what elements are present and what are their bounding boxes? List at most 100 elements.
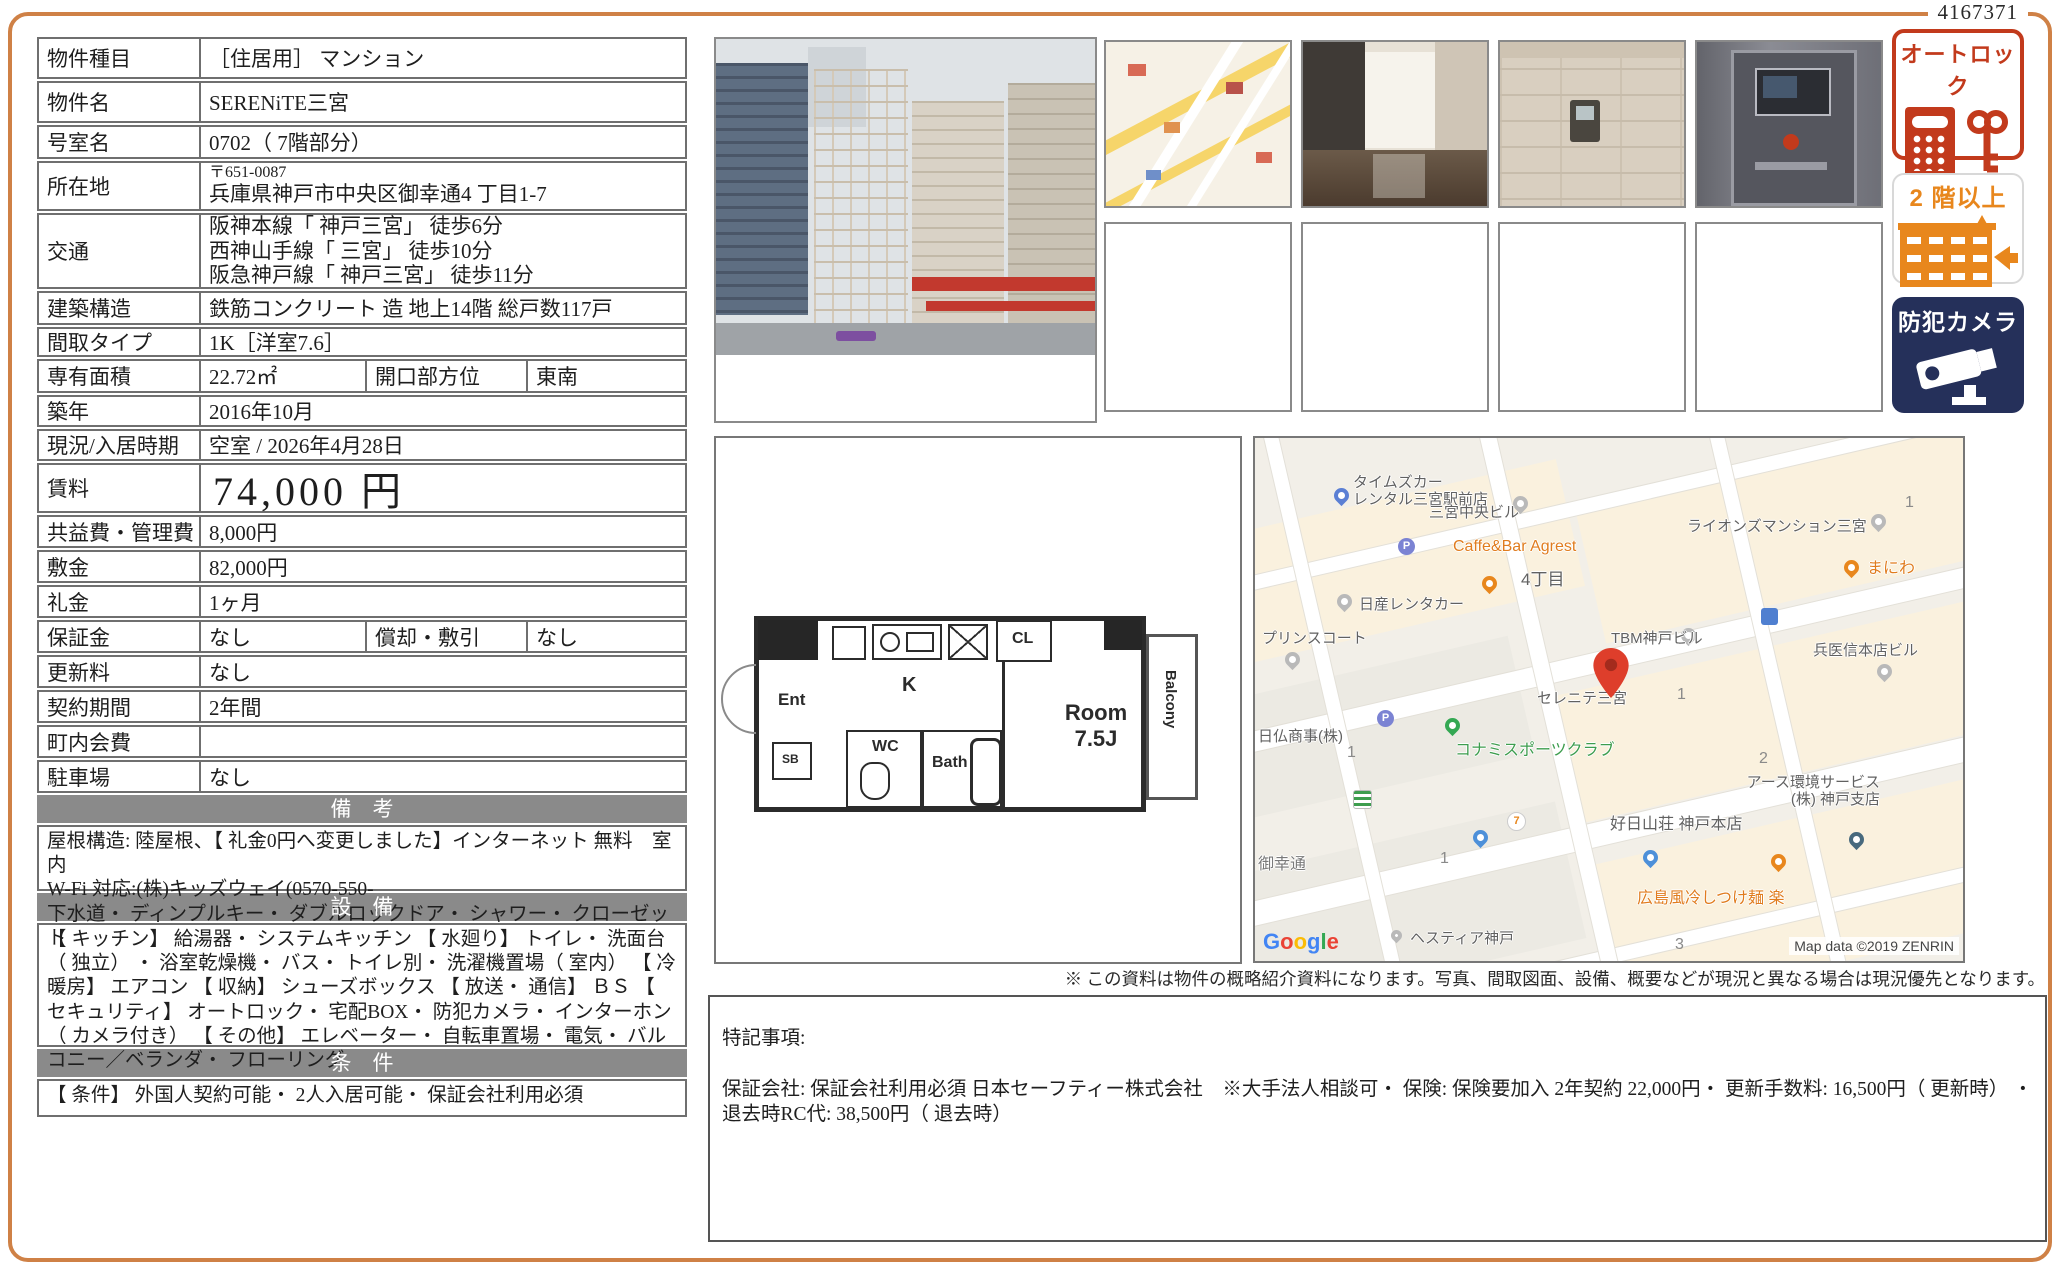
map-block-number: 1 bbox=[1347, 744, 1356, 762]
map-poi-label: 広島風冷しつけ麺 楽 bbox=[1637, 890, 1785, 908]
logo-letter: o bbox=[1294, 929, 1307, 954]
decor bbox=[1913, 135, 1949, 171]
table-row: 町内会費 bbox=[37, 725, 687, 758]
conditions-text: 【 条件】 外国人契約可能・ 2人入居可能・ 保証会社利用必須 bbox=[37, 1079, 687, 1117]
thumbnail-empty bbox=[1695, 222, 1883, 412]
row-label: 物件種目 bbox=[39, 39, 199, 77]
row-label-2: 開口部方位 bbox=[365, 361, 526, 391]
map-poi-label: Caffe&Bar Agrest bbox=[1453, 538, 1576, 556]
decor bbox=[1783, 134, 1799, 150]
map-poi-label: アース環境サービス (株) 神戸支店 bbox=[1700, 774, 1880, 809]
table-row: 専有面積 22.72㎡ 開口部方位 東南 bbox=[37, 359, 687, 393]
table-row: 現況/入居時期 空室 / 2026年4月28日 bbox=[37, 429, 687, 461]
fp-refrigerator-space bbox=[948, 624, 988, 660]
decor bbox=[1763, 76, 1797, 98]
map-block-number: 3 bbox=[1675, 936, 1684, 954]
map-poi-label: まにわ bbox=[1867, 560, 1915, 578]
row-value: 8,000円 bbox=[199, 517, 685, 546]
autolock-icons bbox=[1896, 107, 2020, 179]
decor bbox=[1303, 42, 1365, 160]
map-poi-label: ライオンズマンション三宮 bbox=[1687, 518, 1867, 535]
table-row: 築年 2016年10月 bbox=[37, 395, 687, 427]
thumbnail-intercom-panel-photo bbox=[1498, 40, 1686, 208]
row-value: 82,000円 bbox=[199, 552, 685, 581]
decor bbox=[716, 63, 808, 315]
fp-bathtub bbox=[970, 738, 1002, 806]
decor bbox=[1697, 42, 1881, 206]
decor bbox=[1500, 42, 1684, 206]
decor bbox=[1164, 122, 1180, 133]
badge-security-camera: 防犯カメラ bbox=[1892, 297, 2024, 413]
map-poi-label: プリンスコート bbox=[1262, 630, 1367, 647]
decor bbox=[1106, 42, 1290, 206]
postal-code: 〒651-0087 bbox=[209, 165, 286, 182]
decor bbox=[1128, 64, 1146, 76]
transit-icon bbox=[1761, 608, 1778, 625]
remarks-header: 備 考 bbox=[37, 795, 687, 823]
fp-wall-block bbox=[1104, 620, 1142, 650]
special-notes-box: 特記事項: 保証会社: 保証会社利用必須 日本セーフティー株式会社 ※大手法人相… bbox=[708, 995, 2047, 1242]
property-table: 物件種目 ［住居用］ マンション 物件名 SERENiTE三宮 号室名 0702… bbox=[37, 37, 687, 1117]
decor bbox=[1365, 52, 1435, 148]
row-label: 駐車場 bbox=[39, 762, 199, 791]
row-value: 阪神本線「 神戸三宮」 徒歩6分 西神山手線「 三宮」 徒歩10分 阪急神戸線「… bbox=[199, 215, 685, 287]
destination-pin-icon bbox=[1593, 648, 1629, 698]
row-value-2: なし bbox=[526, 622, 685, 651]
convenience-store-icon bbox=[1353, 790, 1372, 809]
map-poi-label: TBM神戸ビル bbox=[1611, 630, 1703, 647]
row-label: 賃料 bbox=[39, 465, 199, 511]
decor bbox=[814, 69, 908, 327]
table-row: 物件名 SERENiTE三宮 bbox=[37, 81, 687, 123]
second-floor-label: 2 階以上 bbox=[1894, 178, 2022, 213]
table-row: 所在地 〒651-0087 兵庫県神戸市中央区御幸通4 丁目1-7 bbox=[37, 161, 687, 211]
badge-second-floor: 2 階以上 bbox=[1892, 173, 2024, 284]
decor bbox=[1500, 42, 1686, 58]
row-label: 敷金 bbox=[39, 552, 199, 581]
google-logo: Google bbox=[1263, 929, 1339, 955]
floor-plan: Ent SB CL K WC Bath Room 7.5J Balcony bbox=[754, 604, 1206, 816]
building-floor-icon bbox=[1898, 215, 2018, 289]
document-number: 4167371 bbox=[1928, 0, 2029, 25]
map-block-number: 1 bbox=[1440, 850, 1449, 868]
decor bbox=[1576, 106, 1594, 120]
row-label: 交通 bbox=[39, 215, 199, 287]
row-value: なし bbox=[199, 762, 685, 791]
fp-room-label: Room 7.5J bbox=[1046, 700, 1146, 752]
thumbnail-empty bbox=[1498, 222, 1686, 412]
fp-sink bbox=[906, 632, 934, 652]
decor bbox=[1146, 170, 1161, 180]
map-poi-label: コナミスポーツクラブ bbox=[1455, 742, 1615, 760]
building-photo bbox=[714, 37, 1097, 423]
row-label: 現況/入居時期 bbox=[39, 431, 199, 459]
row-value-2: 東南 bbox=[526, 361, 685, 391]
special-notes-text: 保証会社: 保証会社利用必須 日本セーフティー株式会社 ※大手法人相談可・ 保険… bbox=[722, 1077, 2033, 1128]
special-notes-title: 特記事項: bbox=[722, 1026, 2033, 1051]
row-label: 物件名 bbox=[39, 83, 199, 121]
key-icon bbox=[1963, 107, 2011, 179]
row-value: ［住居用］ マンション bbox=[199, 39, 685, 77]
fp-ent-label: Ent bbox=[778, 690, 805, 710]
row-value: 22.72㎡ bbox=[199, 361, 365, 391]
row-label: 所在地 bbox=[39, 163, 199, 209]
decor bbox=[1912, 116, 1948, 128]
map-area-label: 4丁目 bbox=[1521, 570, 1564, 590]
fp-wc-label: WC bbox=[872, 738, 899, 756]
map-copyright: Map data ©2019 ZENRIN bbox=[1789, 937, 1959, 955]
row-value: 2年間 bbox=[199, 692, 685, 721]
street-name-label: 御幸通 bbox=[1258, 856, 1306, 874]
map-poi-label: 三宮中央ビル bbox=[1429, 504, 1519, 521]
table-row: 契約期間 2年間 bbox=[37, 690, 687, 723]
decor bbox=[836, 331, 876, 341]
table-row: 物件種目 ［住居用］ マンション bbox=[37, 37, 687, 79]
fp-sb-label: SB bbox=[782, 752, 799, 766]
decor bbox=[716, 323, 1095, 355]
logo-letter: g bbox=[1307, 929, 1320, 954]
map-poi-label: 日産レンタカー bbox=[1359, 596, 1464, 613]
table-row: 建築構造 鉄筋コンクリート 造 地上14階 総戸数117戸 bbox=[37, 291, 687, 325]
decor bbox=[1435, 42, 1489, 160]
fp-fixture bbox=[832, 626, 866, 660]
fp-k-label: K bbox=[902, 674, 916, 697]
table-row: 間取タイプ 1K［洋室7.6］ bbox=[37, 327, 687, 357]
location-map: タイムズカー レンタル三宮駅前店 三宮中央ビル ライオンズマンション三宮 1 C… bbox=[1253, 436, 1965, 963]
table-row: 号室名 0702（ 7階部分） bbox=[37, 125, 687, 159]
